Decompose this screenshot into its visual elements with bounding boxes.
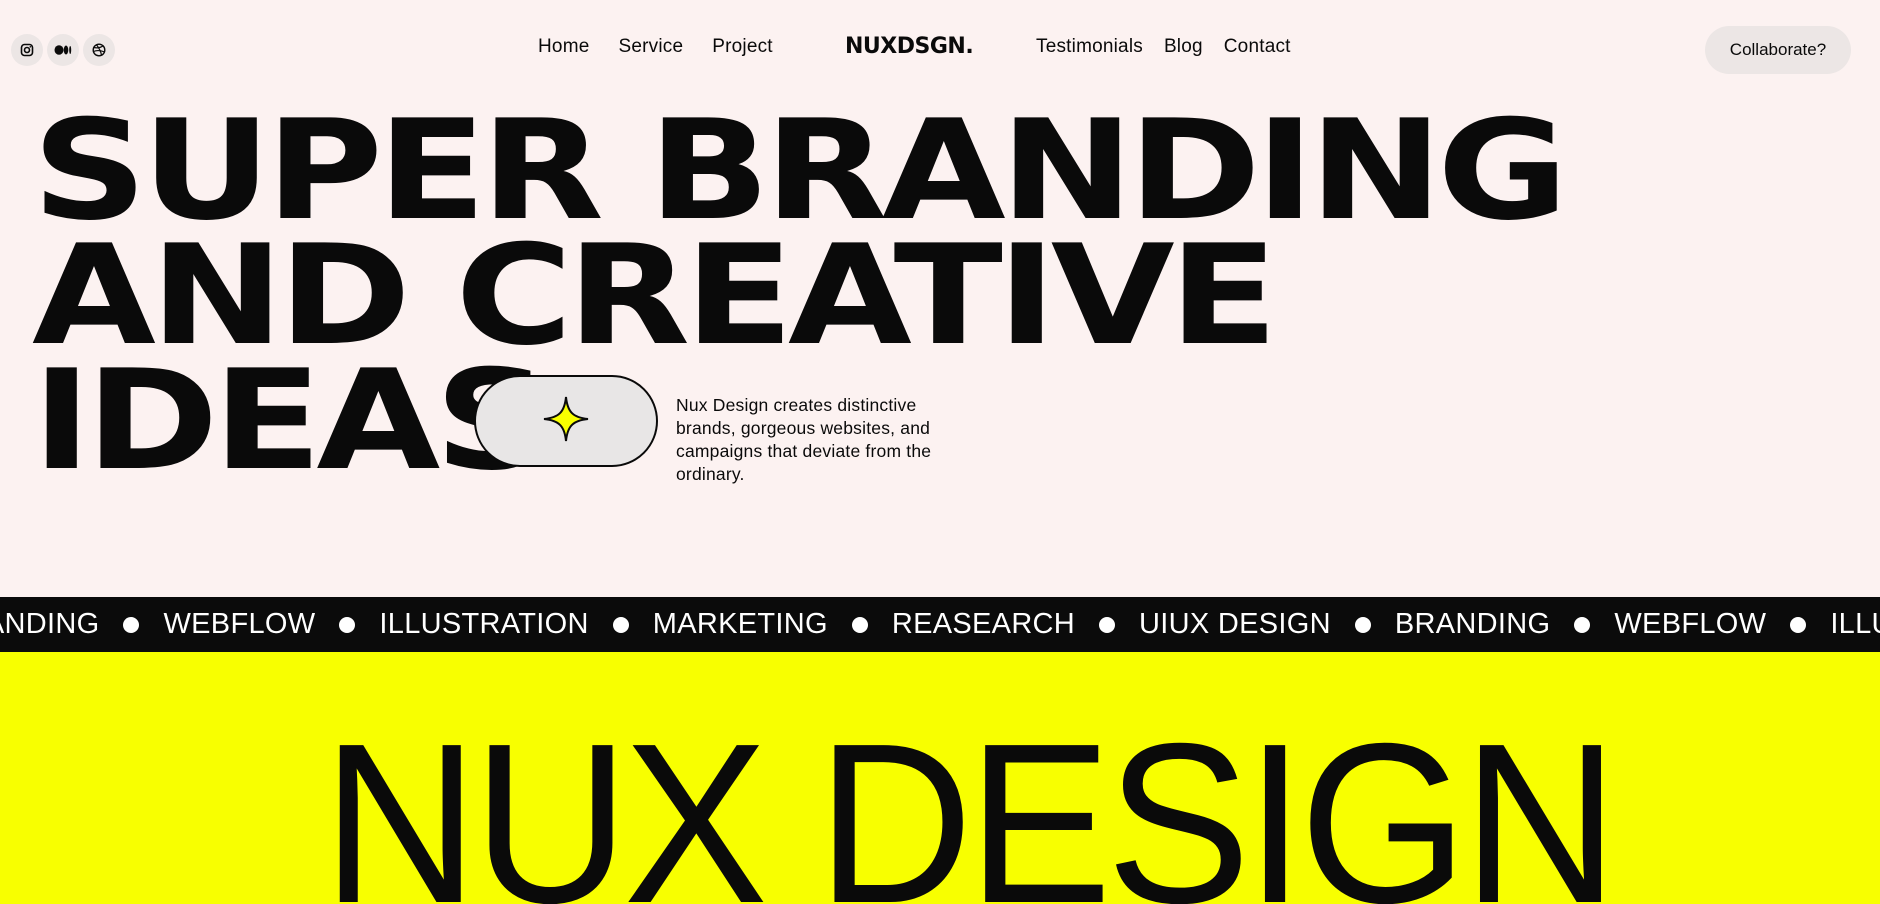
nav-blog-link[interactable]: Blog [1164, 36, 1203, 58]
marquee-track: BRANDING WEBFLOW ILLUSTRATION MARKETING … [0, 597, 1880, 652]
nav-home-link[interactable]: Home [538, 36, 589, 58]
marquee-item: WEBFLOW [1614, 608, 1767, 640]
primary-nav-left: Home Service Project [538, 36, 773, 58]
instagram-link[interactable] [11, 34, 43, 66]
medium-icon [54, 44, 72, 56]
hero-description: Nux Design creates distinctive brands, g… [676, 394, 932, 484]
hero-headline-line-3: IDEAS [32, 340, 550, 501]
collaborate-button[interactable]: Collaborate? [1705, 26, 1851, 74]
marquee-item: ILLUSTRATION [1830, 608, 1880, 640]
marquee-item: REASEARCH [891, 608, 1076, 640]
marquee-item: BRANDING [1394, 608, 1551, 640]
bullet-dot-icon [1790, 616, 1807, 633]
bullet-dot-icon [339, 616, 356, 633]
instagram-icon [20, 43, 34, 57]
bullet-dot-icon [1099, 616, 1116, 633]
brand-wordmark: NUX DESIGN [322, 697, 1619, 904]
nav-service-link[interactable]: Service [618, 36, 683, 58]
bullet-dot-icon [851, 616, 868, 633]
dribbble-link[interactable] [83, 34, 115, 66]
sparkle-pill [474, 375, 658, 467]
marquee-item: MARKETING [652, 608, 828, 640]
dribbble-icon [92, 43, 106, 57]
marquee-item: WEBFLOW [163, 608, 316, 640]
nav-contact-link[interactable]: Contact [1224, 36, 1291, 58]
page: Home Service Project NUXDSGN. Testimonia… [0, 0, 1880, 904]
marquee-item: ILLUSTRATION [379, 608, 589, 640]
sparkle-icon [541, 394, 591, 449]
site-header: Home Service Project NUXDSGN. Testimonia… [0, 0, 1880, 100]
nav-project-link[interactable]: Project [712, 36, 773, 58]
marquee-item: UIUX DESIGN [1139, 608, 1331, 640]
primary-nav-right: Testimonials Blog Contact [1036, 36, 1291, 58]
bullet-dot-icon [1354, 616, 1371, 633]
marquee-item: BRANDING [0, 608, 100, 640]
brand-banner: NUX DESIGN [0, 652, 1880, 904]
site-logo[interactable]: NUXDSGN. [845, 34, 974, 59]
medium-link[interactable] [47, 34, 79, 66]
nav-testimonials-link[interactable]: Testimonials [1036, 36, 1143, 58]
social-links [11, 34, 115, 66]
bullet-dot-icon [612, 616, 629, 633]
bullet-dot-icon [123, 616, 140, 633]
services-marquee: BRANDING WEBFLOW ILLUSTRATION MARKETING … [0, 597, 1880, 652]
bullet-dot-icon [1574, 616, 1591, 633]
